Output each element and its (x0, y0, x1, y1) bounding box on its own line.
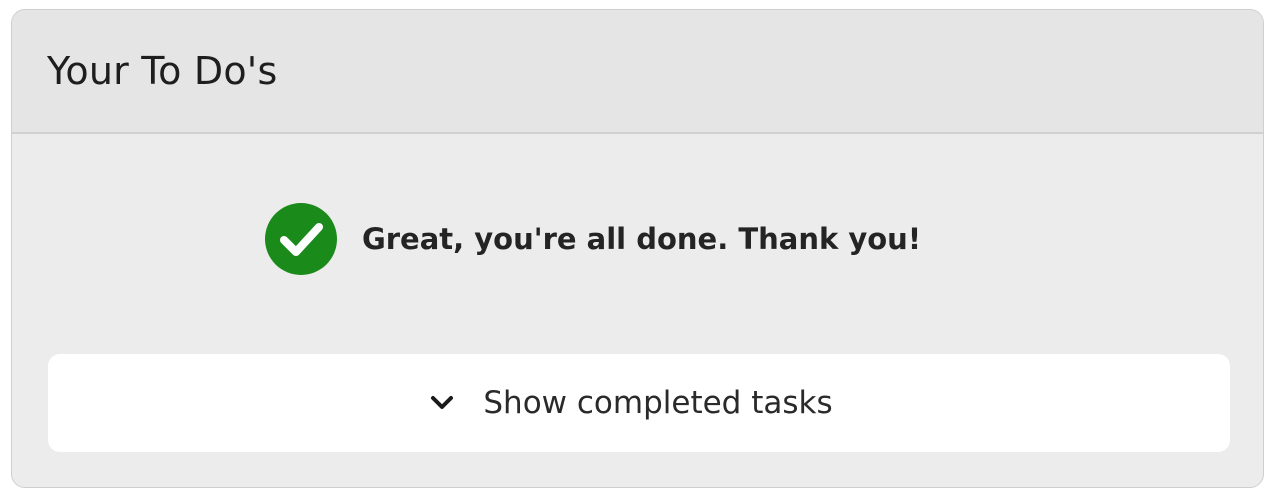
show-completed-tasks-button[interactable]: Show completed tasks (48, 354, 1230, 452)
status-row: Great, you're all done. Thank you! (12, 202, 1263, 276)
chevron-down-icon (431, 396, 454, 409)
card-header: Your To Do's (12, 10, 1263, 134)
card-title: Your To Do's (47, 49, 278, 93)
show-completed-tasks-label: Show completed tasks (483, 385, 833, 421)
status-message: Great, you're all done. Thank you! (361, 222, 922, 256)
check-circle-icon (264, 203, 337, 275)
todo-card: Your To Do's Great, you're all done. Tha… (11, 9, 1264, 488)
